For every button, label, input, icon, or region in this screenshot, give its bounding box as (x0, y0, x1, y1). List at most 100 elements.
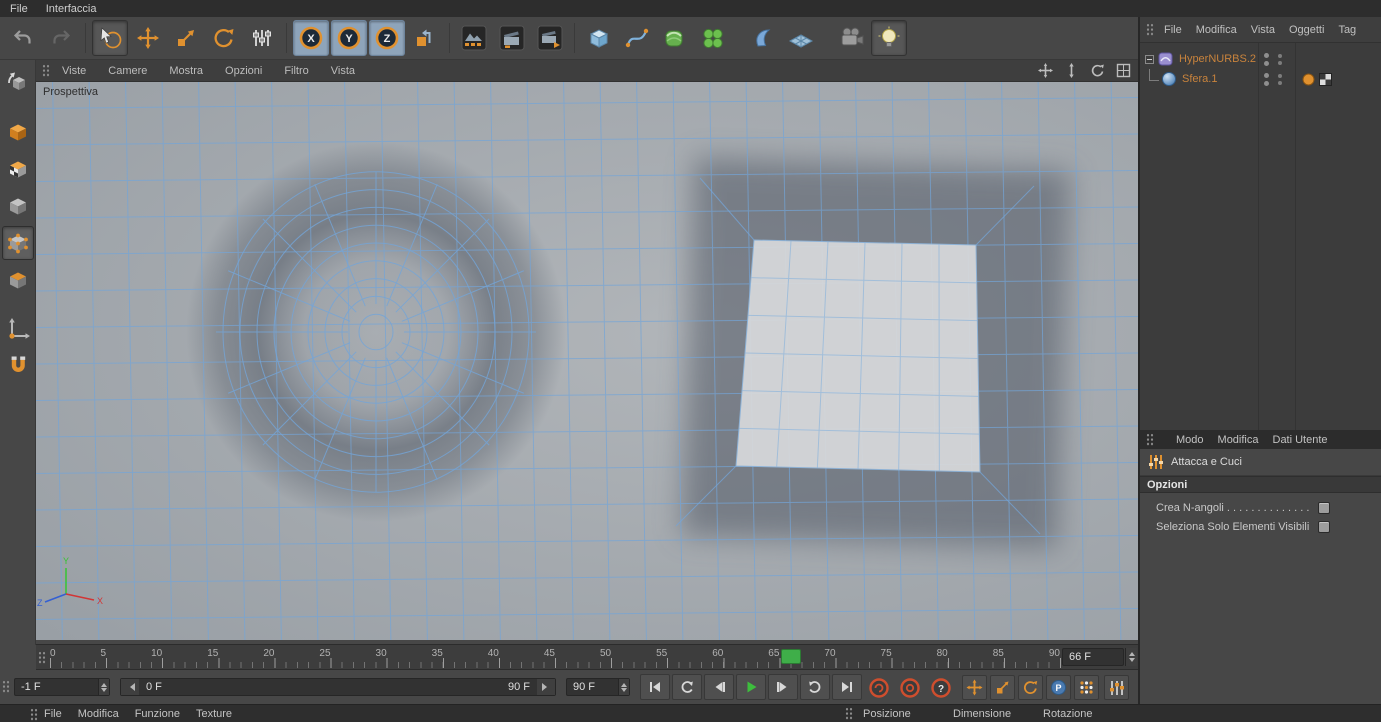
range-right-arrow[interactable] (537, 679, 555, 695)
model-mode-button[interactable] (2, 115, 34, 149)
go-to-start-button[interactable] (640, 674, 670, 700)
scale-tool-button[interactable] (168, 20, 204, 56)
menubar-item[interactable]: Interfaccia (46, 3, 97, 15)
end-field-stepper[interactable] (618, 679, 629, 695)
toggle-view-button[interactable] (1114, 63, 1132, 79)
object-row-sfera[interactable]: Sfera.1 (1140, 69, 1381, 89)
texture-tag-icon[interactable] (1319, 72, 1332, 86)
attribute-tab[interactable]: Modo (1176, 434, 1204, 446)
rotate-tool-button[interactable] (206, 20, 242, 56)
render-settings-button[interactable] (494, 20, 530, 56)
panel-grip[interactable] (1146, 433, 1154, 446)
status-menu-item[interactable]: Funzione (135, 708, 180, 720)
status-menu-item[interactable]: Modifica (78, 708, 119, 720)
generators-button[interactable] (657, 20, 693, 56)
record-keyframe-button[interactable] (866, 675, 892, 701)
object-manager-menu-item[interactable]: File (1164, 24, 1182, 36)
render-dots[interactable] (1278, 73, 1282, 85)
snap-settings-button[interactable] (2, 349, 34, 383)
camera-button[interactable] (833, 20, 869, 56)
move-tool-button[interactable] (130, 20, 166, 56)
play-button[interactable] (736, 674, 766, 700)
go-to-end-button[interactable] (832, 674, 862, 700)
anim-start-field[interactable]: -1 F (14, 678, 110, 696)
object-manager-menu-item[interactable]: Vista (1251, 24, 1275, 36)
stepper-up[interactable] (1126, 648, 1137, 657)
modeling-objects-button[interactable] (695, 20, 731, 56)
lock-y-axis-button[interactable]: Y (331, 20, 367, 56)
previous-key-button[interactable] (672, 674, 702, 700)
key-pla-button[interactable] (1074, 675, 1099, 700)
viewport-menu-item[interactable]: Mostra (169, 65, 203, 77)
key-position-button[interactable] (962, 675, 987, 700)
viewport-menu-item[interactable]: Camere (108, 65, 147, 77)
coordinates-toggle-button[interactable] (1104, 675, 1129, 700)
previous-frame-button[interactable] (704, 674, 734, 700)
range-left-arrow[interactable] (121, 679, 139, 695)
next-frame-button[interactable] (768, 674, 798, 700)
ngons-checkbox[interactable] (1318, 502, 1330, 514)
make-editable-button[interactable] (2, 66, 34, 100)
panel-grip[interactable] (845, 707, 853, 720)
object-name[interactable]: HyperNURBS.2 (1179, 53, 1256, 65)
anim-end-field[interactable]: 90 F (566, 678, 630, 696)
options-section-header[interactable]: Opzioni (1140, 476, 1381, 493)
rotate-view-button[interactable] (1088, 63, 1106, 79)
visibility-dots[interactable] (1264, 72, 1269, 86)
viewport-menu-item[interactable]: Filtro (284, 65, 308, 77)
visibility-dots[interactable] (1264, 52, 1269, 66)
object-manager-menu-item[interactable]: Oggetti (1289, 24, 1324, 36)
axis-mode-button[interactable] (2, 312, 34, 346)
render-dots[interactable] (1278, 53, 1282, 65)
panel-grip[interactable] (42, 64, 50, 77)
panel-grip[interactable] (1146, 23, 1154, 36)
lock-x-axis-button[interactable]: X (293, 20, 329, 56)
timeline-range-slider[interactable]: 0 F 90 F (120, 678, 556, 696)
live-selection-button[interactable] (92, 20, 128, 56)
viewport-menu-item[interactable]: Vista (331, 65, 355, 77)
tool-sliders-button[interactable] (244, 20, 280, 56)
polygon-mode-button[interactable] (2, 263, 34, 297)
autokeying-button[interactable] (897, 675, 923, 701)
environment-button[interactable] (783, 20, 819, 56)
status-menu-item[interactable]: Texture (196, 708, 232, 720)
current-frame-field[interactable]: 66 F (1062, 648, 1124, 666)
texture-mode-button[interactable] (2, 152, 34, 186)
menubar-item[interactable]: File (10, 3, 28, 15)
object-manager-menu-item[interactable]: Modifica (1196, 24, 1237, 36)
lights-button[interactable] (871, 20, 907, 56)
attribute-tab[interactable]: Dati Utente (1273, 434, 1328, 446)
frame-stepper[interactable] (1125, 648, 1137, 666)
redo-button[interactable] (43, 20, 79, 56)
panel-grip[interactable] (38, 651, 46, 664)
collapse-toggle-icon[interactable] (1145, 54, 1154, 64)
object-manager-tree[interactable]: HyperNURBS.2 Sfera.1 (1140, 43, 1381, 430)
object-row-hypernurbs[interactable]: HyperNURBS.2 (1140, 49, 1381, 69)
key-parameter-button[interactable]: P (1046, 675, 1071, 700)
primitives-button[interactable] (581, 20, 617, 56)
deformers-button[interactable] (745, 20, 781, 56)
object-manager-menu-item[interactable]: Tag (1338, 24, 1356, 36)
phong-tag-icon[interactable] (1302, 73, 1315, 86)
panel-grip[interactable] (30, 708, 38, 721)
keyframe-help-button[interactable]: ? (928, 675, 954, 701)
point-mode-button[interactable] (1, 226, 34, 260)
object-mode-button[interactable] (2, 189, 34, 223)
viewport-menu-item[interactable]: Opzioni (225, 65, 262, 77)
coord-system-button[interactable] (407, 20, 443, 56)
key-scale-button[interactable] (990, 675, 1015, 700)
render-view-button[interactable] (456, 20, 492, 56)
attribute-tab[interactable]: Modifica (1218, 434, 1259, 446)
render-queue-button[interactable] (532, 20, 568, 56)
pan-view-button[interactable] (1036, 63, 1054, 79)
stepper-down[interactable] (1126, 657, 1137, 666)
start-field-stepper[interactable] (98, 679, 109, 695)
viewport-canvas[interactable]: Y X Z Prospettiva (36, 82, 1138, 640)
status-menu-item[interactable]: File (44, 708, 62, 720)
timeline-ruler[interactable]: 0 5 10 15 20 25 30 35 40 45 50 55 60 65 70 75 80 85 90 66 … (36, 644, 1138, 670)
next-key-button[interactable] (800, 674, 830, 700)
camera-view-label[interactable]: Prospettiva (43, 86, 98, 98)
splines-button[interactable] (619, 20, 655, 56)
zoom-view-button[interactable] (1062, 63, 1080, 79)
panel-grip[interactable] (2, 680, 10, 693)
